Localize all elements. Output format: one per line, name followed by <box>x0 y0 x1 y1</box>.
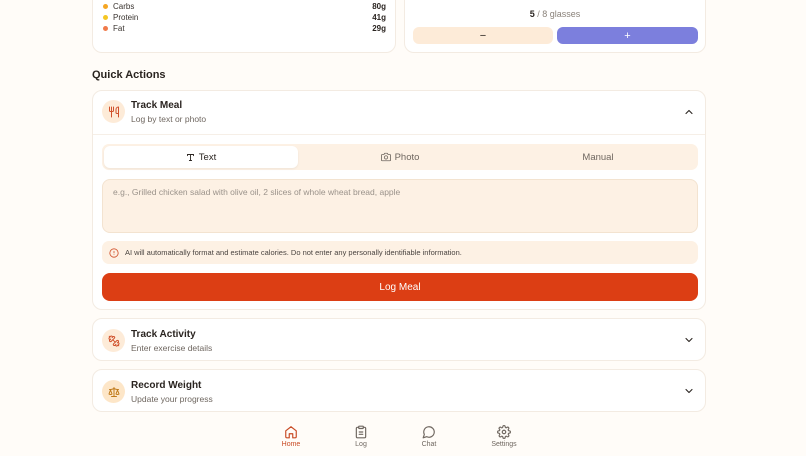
water-progress-text: 5 / 8 glasses <box>405 9 705 19</box>
water-plus-button[interactable]: + <box>557 27 698 44</box>
track-activity-card[interactable]: Track Activity Enter exercise details <box>92 318 706 361</box>
track-activity-subtitle: Enter exercise details <box>131 343 213 353</box>
activity-icon <box>102 329 125 352</box>
protein-dot-icon <box>103 15 108 20</box>
nav-item-chat[interactable]: Chat <box>404 425 454 448</box>
quick-actions-title: Quick Actions <box>92 69 166 81</box>
log-meal-button[interactable]: Log Meal <box>102 273 698 301</box>
tab-label: Photo <box>394 151 420 163</box>
chevron-down-icon[interactable] <box>683 334 695 346</box>
chevron-up-icon[interactable] <box>683 106 695 118</box>
track-meal-header[interactable]: Track Meal Log by text or photo <box>93 91 705 133</box>
camera-icon <box>380 152 391 162</box>
chevron-down-icon[interactable] <box>683 385 695 397</box>
meal-description-input[interactable] <box>102 179 698 233</box>
nav-label: Home <box>281 441 301 448</box>
macro-name: Protein <box>113 13 139 22</box>
water-total: / 8 glasses <box>537 9 581 19</box>
macros-card: Carbs 80g Protein 41g Fat 29g <box>92 0 396 53</box>
nav-item-settings[interactable]: Settings <box>479 425 529 448</box>
record-weight-card[interactable]: Record Weight Update your progress <box>92 369 706 412</box>
divider <box>93 134 705 135</box>
track-activity-title: Track Activity <box>131 329 196 340</box>
gear-icon <box>497 425 511 439</box>
tab-label: Manual <box>582 151 614 163</box>
track-meal-title: Track Meal <box>131 100 183 111</box>
fat-dot-icon <box>103 26 108 31</box>
dashboard-page: Carbs 80g Protein 41g Fat 29g 5 / 8 glas… <box>0 0 806 456</box>
macro-row-protein: Protein 41g <box>103 12 386 23</box>
meal-input-tabs: Text Photo Manual <box>102 144 698 170</box>
water-card: 5 / 8 glasses − + <box>404 0 706 53</box>
tab-manual[interactable]: Manual <box>500 146 696 168</box>
tab-label: Text <box>198 151 217 163</box>
macro-name: Carbs <box>113 2 135 11</box>
chat-bubble-icon <box>422 426 435 439</box>
water-minus-button[interactable]: − <box>413 27 553 44</box>
track-meal-subtitle: Log by text or photo <box>131 114 207 124</box>
carbs-dot-icon <box>103 4 108 9</box>
macro-row-fat: Fat 29g <box>103 23 386 34</box>
home-icon <box>285 426 297 439</box>
track-meal-card: Track Meal Log by text or photo Text Pho… <box>92 90 706 310</box>
macro-value: 80g <box>372 2 386 11</box>
record-weight-title: Record Weight <box>131 380 202 391</box>
bottom-nav: Home Log Chat Settings <box>0 419 806 456</box>
ai-notice: AI will automatically format and estimat… <box>102 241 698 264</box>
nav-item-home[interactable]: Home <box>266 425 316 448</box>
macro-value: 29g <box>372 24 386 33</box>
nav-label: Log <box>355 441 367 448</box>
macro-name: Fat <box>113 24 125 33</box>
macro-row-carbs: Carbs 80g <box>103 1 386 12</box>
tab-photo[interactable]: Photo <box>302 146 498 168</box>
scale-icon <box>102 380 125 403</box>
record-weight-subtitle: Update your progress <box>131 394 213 404</box>
nav-label: Chat <box>421 441 437 448</box>
tab-text[interactable]: Text <box>104 146 298 168</box>
nav-item-log[interactable]: Log <box>336 425 386 448</box>
water-count: 5 <box>529 9 535 19</box>
info-icon <box>109 247 119 258</box>
macro-value: 41g <box>372 13 386 22</box>
ai-notice-text: AI will automatically format and estimat… <box>125 248 462 257</box>
text-type-icon <box>186 153 194 161</box>
utensils-icon <box>102 100 125 123</box>
nav-label: Settings <box>491 441 517 448</box>
clipboard-icon <box>355 425 367 439</box>
